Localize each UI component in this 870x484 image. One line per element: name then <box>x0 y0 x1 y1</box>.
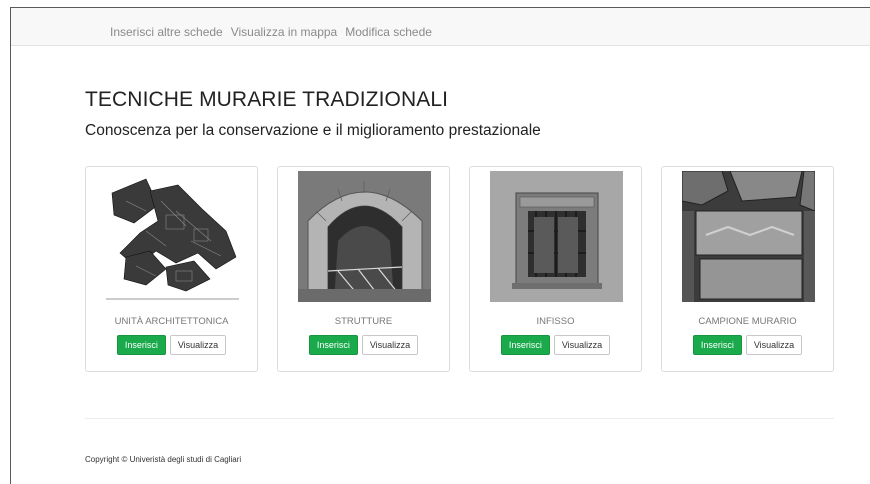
view-button[interactable]: Visualizza <box>169 335 227 355</box>
insert-button[interactable]: Inserisci <box>308 335 358 355</box>
card-label: INFISSO <box>536 316 575 327</box>
card-actions: Inserisci Visualizza <box>470 335 641 355</box>
card-unita-architettonica: UNITÀ ARCHITETTONICA Inserisci Visualizz… <box>85 166 258 372</box>
card-label: UNITÀ ARCHITETTONICA <box>114 316 229 327</box>
card-label: CAMPIONE MURARIO <box>698 316 797 327</box>
insert-button[interactable]: Inserisci <box>692 335 742 355</box>
card-actions: Inserisci Visualizza <box>278 335 449 355</box>
card-infisso: INFISSO Inserisci Visualizza <box>469 166 642 372</box>
insert-button[interactable]: Inserisci <box>500 335 550 355</box>
card-label: STRUTTURE <box>334 316 393 327</box>
nav-link-view-map[interactable]: Visualizza in mappa <box>231 25 338 39</box>
nav-links: Inserisci altre schede Visualizza in map… <box>110 25 432 39</box>
card-strutture: STRUTTURE Inserisci Visualizza <box>277 166 450 372</box>
nav-link-insert-more[interactable]: Inserisci altre schede <box>110 25 223 39</box>
page-subtitle: Conoscenza per la conservazione e il mig… <box>85 122 541 139</box>
nav-link-edit[interactable]: Modifica schede <box>345 25 432 39</box>
view-button[interactable]: Visualizza <box>745 335 803 355</box>
navbar: Inserisci altre schede Visualizza in map… <box>11 8 870 46</box>
window-frame-left <box>10 7 11 484</box>
footer-copyright: Copyright © Univeristà degli studi di Ca… <box>85 455 242 464</box>
view-button[interactable]: Visualizza <box>361 335 419 355</box>
page-title: TECNICHE MURARIE TRADIZIONALI <box>85 88 449 111</box>
insert-button[interactable]: Inserisci <box>116 335 166 355</box>
footer-divider <box>85 418 834 419</box>
view-button[interactable]: Visualizza <box>553 335 611 355</box>
architectural-plan-image <box>106 171 239 302</box>
masonry-sample-image <box>682 171 815 302</box>
card-actions: Inserisci Visualizza <box>86 335 257 355</box>
card-actions: Inserisci Visualizza <box>662 335 833 355</box>
card-campione-murario: CAMPIONE MURARIO Inserisci Visualizza <box>661 166 834 372</box>
ornate-window-image <box>490 171 623 302</box>
stone-arch-image <box>298 171 431 302</box>
